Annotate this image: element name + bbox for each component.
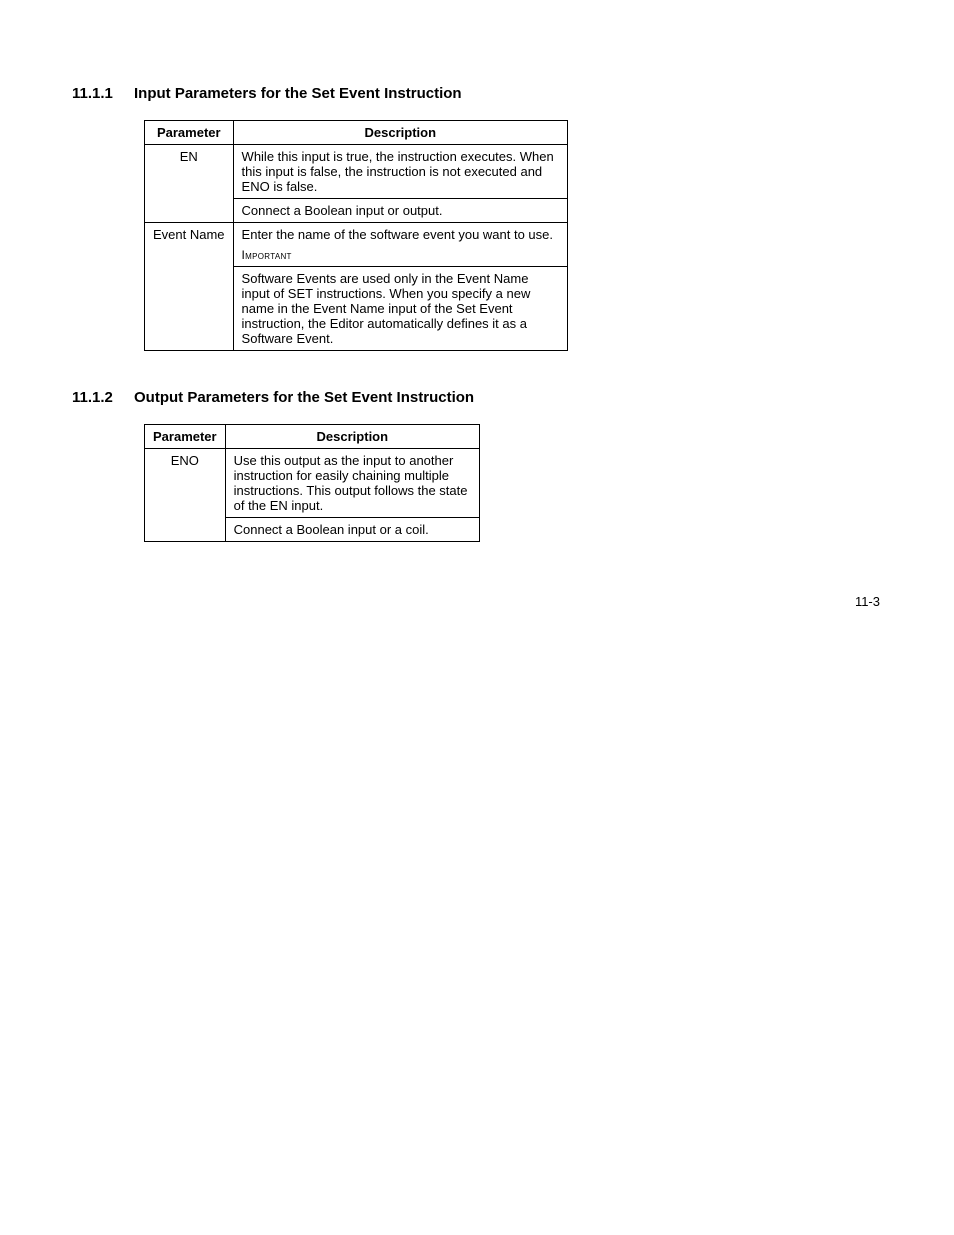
- table-header-row: Parameter Description: [145, 425, 480, 449]
- cell-description: Use this output as the input to another …: [225, 449, 479, 518]
- cell-parameter: ENO: [145, 449, 226, 518]
- table-header-row: Parameter Description: [145, 121, 568, 145]
- cell-parameter: EN: [145, 145, 234, 199]
- header-parameter: Parameter: [145, 121, 234, 145]
- output-parameters-table: Parameter Description ENO Use this outpu…: [144, 424, 480, 542]
- header-description: Description: [225, 425, 479, 449]
- cell-parameter-cont: [145, 199, 234, 223]
- cell-description: Connect a Boolean input or a coil.: [225, 518, 479, 542]
- table-row: Connect a Boolean input or a coil.: [145, 518, 480, 542]
- cell-description: While this input is true, the instructio…: [233, 145, 567, 199]
- table-row: ENO Use this output as the input to anot…: [145, 449, 480, 518]
- table-row: Connect a Boolean input or output.: [145, 199, 568, 223]
- cell-description: Software Events are used only in the Eve…: [233, 267, 567, 351]
- document-page: 11.1.1 Input Parameters for the Set Even…: [0, 0, 954, 1235]
- page-number: 11-3: [855, 594, 880, 609]
- section-heading-2: 11.1.2 Output Parameters for the Set Eve…: [72, 389, 882, 406]
- section-title: Output Parameters for the Set Event Inst…: [134, 389, 474, 406]
- section-number: 11.1.2: [72, 389, 134, 406]
- input-parameters-table: Parameter Description EN While this inpu…: [144, 120, 568, 351]
- cell-parameter: Event Name: [145, 223, 234, 267]
- section-title: Input Parameters for the Set Event Instr…: [134, 85, 462, 102]
- section-heading-1: 11.1.1 Input Parameters for the Set Even…: [72, 85, 882, 102]
- cell-description: Connect a Boolean input or output.: [233, 199, 567, 223]
- cell-description: Enter the name of the software event you…: [233, 223, 567, 267]
- header-parameter: Parameter: [145, 425, 226, 449]
- important-label: Important: [242, 248, 559, 262]
- table-row: Event Name Enter the name of the softwar…: [145, 223, 568, 267]
- desc-text: Enter the name of the software event you…: [242, 227, 553, 242]
- cell-parameter-cont: [145, 267, 234, 351]
- table-row: EN While this input is true, the instruc…: [145, 145, 568, 199]
- table-row: Software Events are used only in the Eve…: [145, 267, 568, 351]
- header-description: Description: [233, 121, 567, 145]
- section-number: 11.1.1: [72, 85, 134, 102]
- cell-parameter-cont: [145, 518, 226, 542]
